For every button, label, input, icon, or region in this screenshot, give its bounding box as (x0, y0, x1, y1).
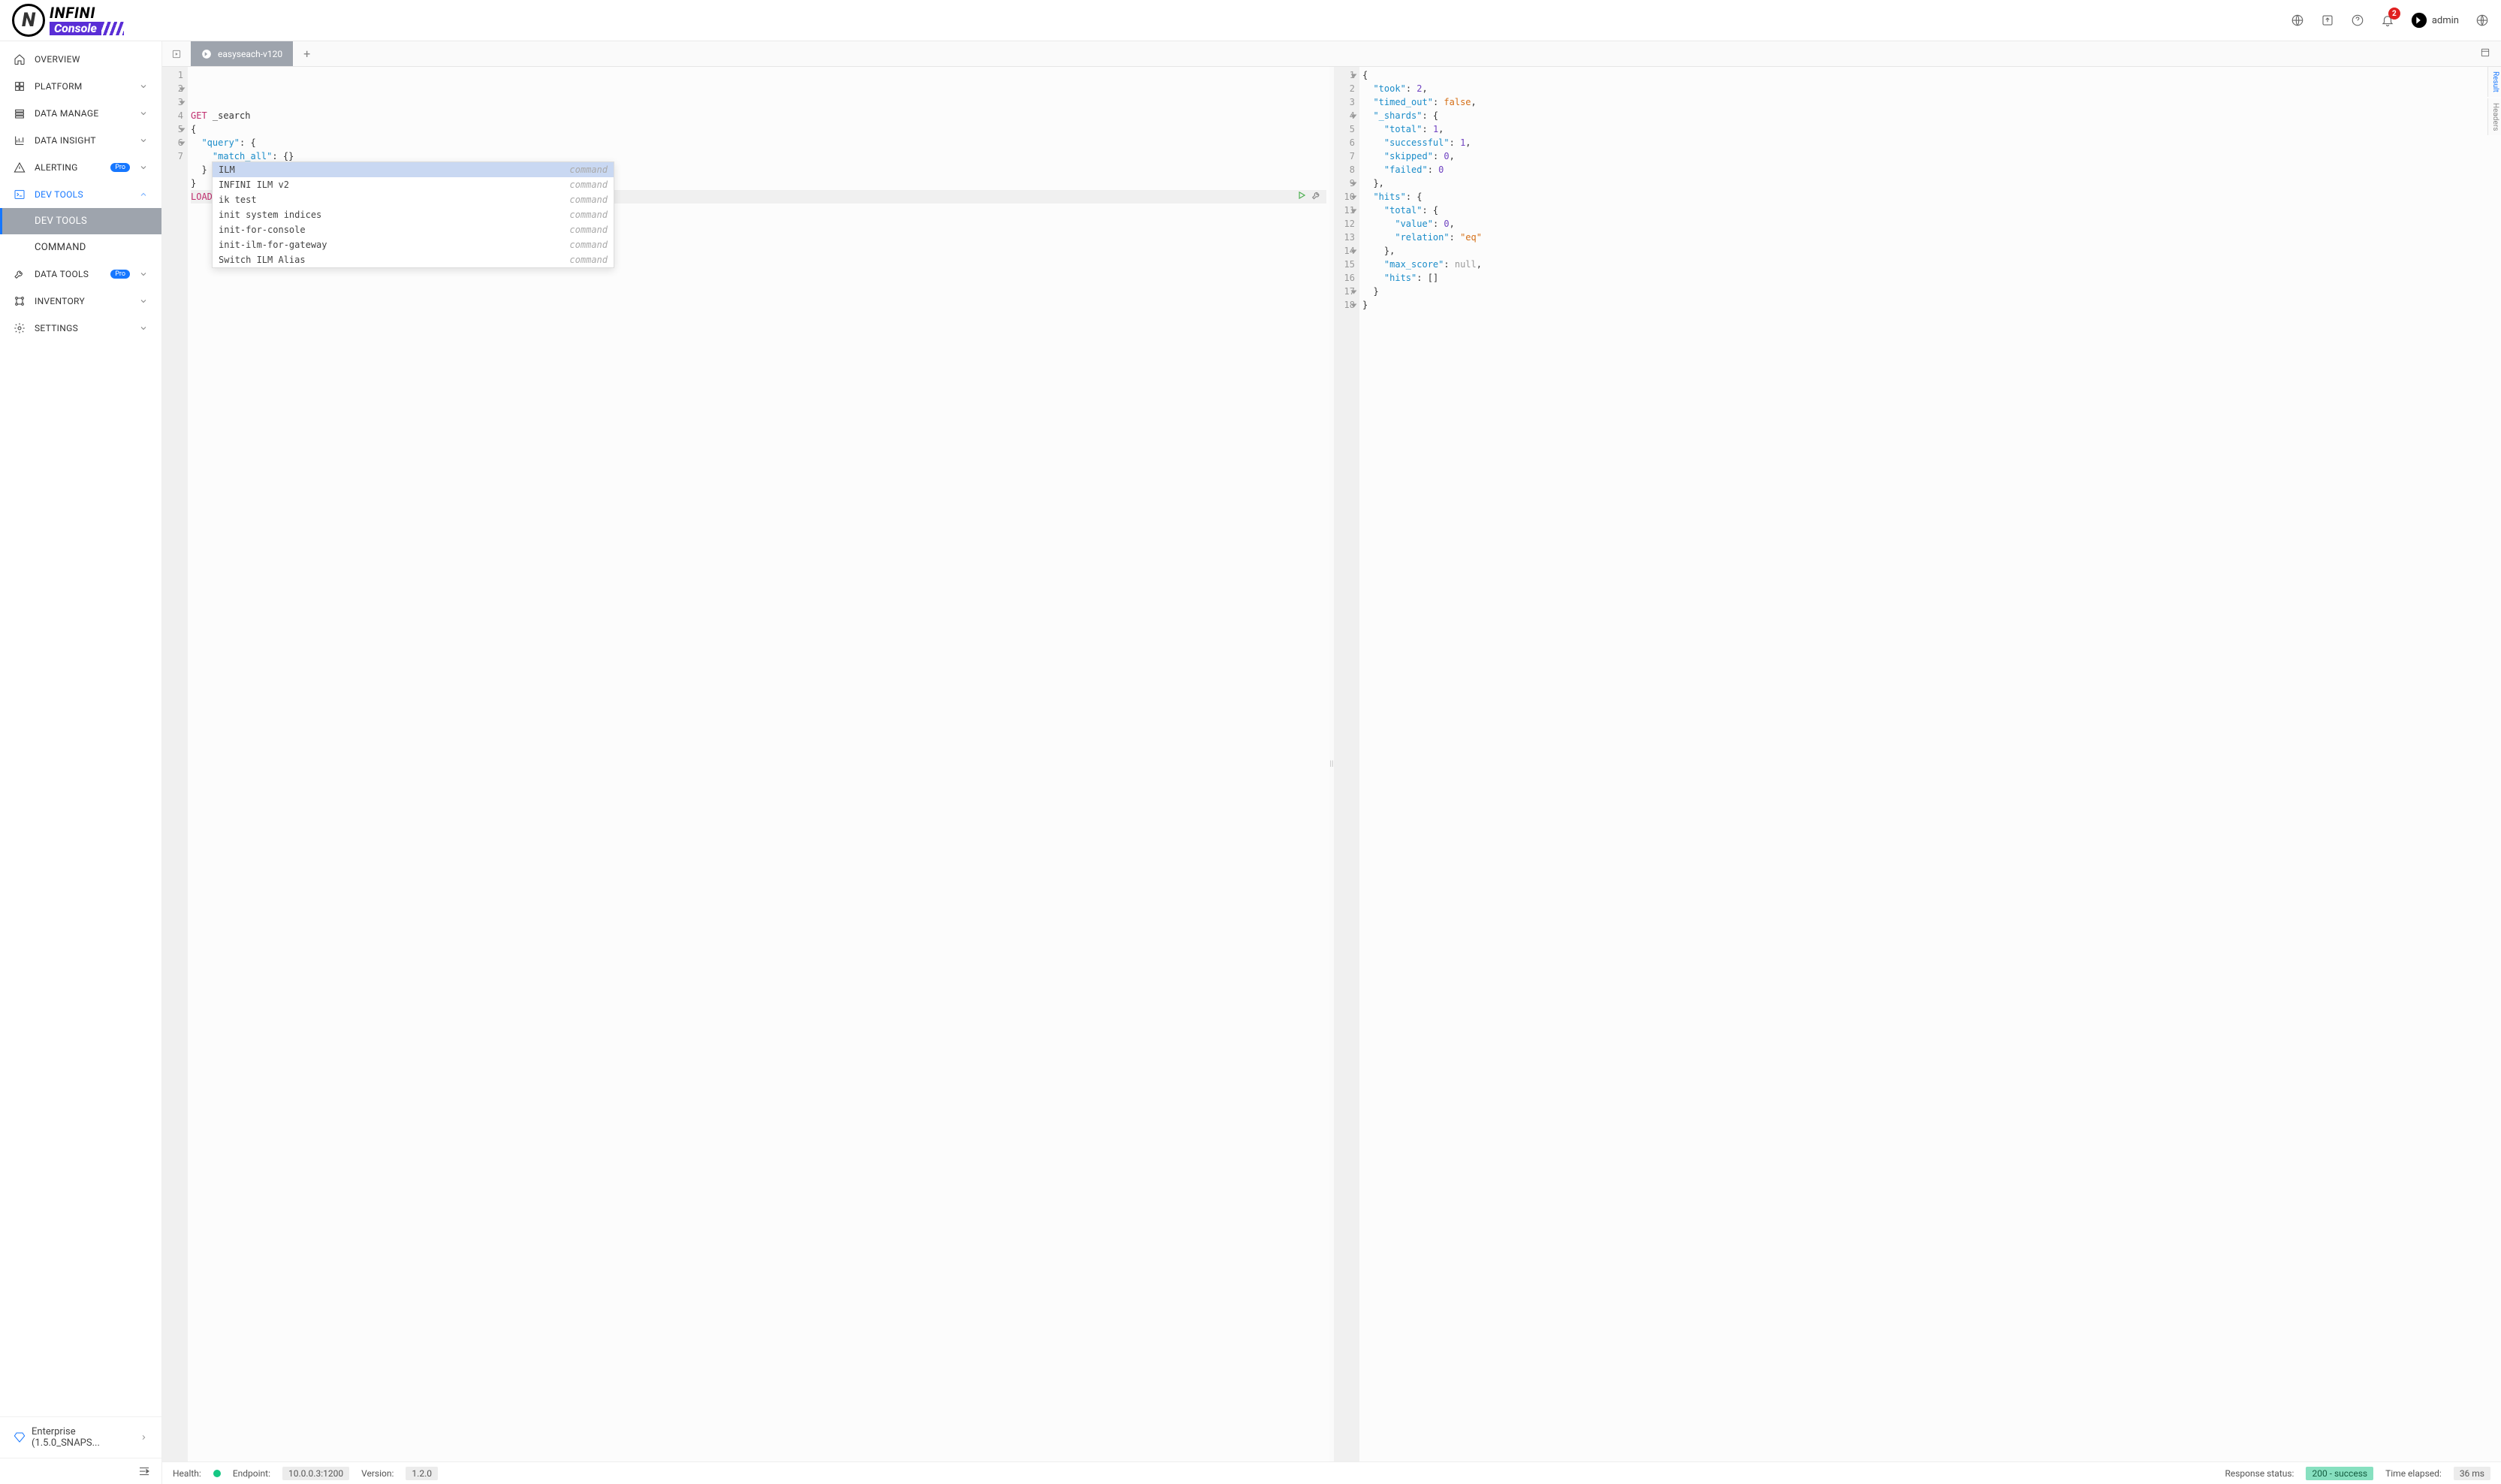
sidebar-item-data-insight[interactable]: DATA INSIGHT (0, 127, 161, 154)
chevron-down-icon (139, 82, 148, 91)
app-header: N INFINI Console 2 admin (0, 0, 2501, 41)
response-side-tabs: Result Headers (2487, 67, 2501, 135)
side-tab-headers[interactable]: Headers (2487, 98, 2501, 135)
sidebar-item-dev-tools[interactable]: DEV TOOLS (0, 181, 161, 208)
endpoint-value[interactable]: 10.0.0.3:1200 (282, 1467, 349, 1480)
version-value: 1.2.0 (406, 1467, 438, 1480)
request-editor[interactable]: GET _search{ "query": { "match_all": {} … (188, 67, 1329, 1461)
autocomplete-item[interactable]: ik testcommand (213, 192, 614, 207)
request-line-gutter: 1234567 (162, 67, 188, 1461)
panel-layout-icon[interactable] (2469, 47, 2501, 61)
tools-icon (14, 268, 26, 280)
username-label: admin (2432, 15, 2459, 26)
inventory-icon (14, 295, 26, 307)
response-pane: 123456789101112131415161718 { "took": 2,… (1334, 67, 2501, 1461)
main-content: easyseach-v120 + 1234567 GET _search{ "q… (162, 41, 2501, 1484)
notification-bell-icon[interactable]: 2 (2381, 14, 2394, 27)
health-indicator-icon (213, 1470, 221, 1477)
chevron-down-icon (139, 324, 148, 333)
autocomplete-item[interactable]: init system indicescommand (213, 207, 614, 222)
brand-name: INFINI (50, 5, 101, 20)
autocomplete-popup[interactable]: ILMcommandINFINI ILM v2commandik testcom… (212, 161, 614, 268)
sidebar-item-overview[interactable]: OVERVIEW (0, 46, 161, 73)
chevron-right-icon (140, 1433, 148, 1442)
user-avatar-icon (2411, 12, 2427, 29)
diamond-icon (14, 1431, 26, 1443)
alert-icon (14, 161, 26, 173)
license-info[interactable]: Enterprise (1.5.0_SNAPS... (14, 1426, 148, 1449)
editor-tabbar: easyseach-v120 + (162, 41, 2501, 67)
header-actions: 2 admin (2291, 12, 2489, 29)
collapse-sidebar-icon[interactable] (137, 1464, 151, 1478)
platform-icon (14, 80, 26, 92)
brand-subtitle: Console (50, 22, 101, 35)
autocomplete-item[interactable]: Switch ILM Aliascommand (213, 252, 614, 267)
notification-badge: 2 (2388, 8, 2400, 20)
side-tab-result[interactable]: Result (2487, 67, 2501, 97)
response-status-label: Response status: (2225, 1468, 2294, 1479)
tab-label: easyseach-v120 (218, 49, 282, 59)
terminal-icon (14, 189, 26, 201)
autocomplete-item[interactable]: INFINI ILM v2command (213, 177, 614, 192)
editor-split: 1234567 GET _search{ "query": { "match_a… (162, 67, 2501, 1461)
home-icon (14, 53, 26, 65)
language-icon[interactable] (2475, 14, 2489, 27)
chevron-down-icon (139, 270, 148, 279)
autocomplete-item[interactable]: ILMcommand (213, 162, 614, 177)
infini-logo-icon: N (12, 4, 45, 37)
add-tab-button[interactable]: + (293, 47, 321, 61)
sidebar-item-platform[interactable]: PLATFORM (0, 73, 161, 100)
sidebar-item-data-tools[interactable]: DATA TOOLS Pro (0, 261, 161, 288)
gear-icon (14, 322, 26, 334)
sidebar-item-settings[interactable]: SETTINGS (0, 315, 161, 342)
version-label: Version: (361, 1468, 394, 1479)
data-manage-icon (14, 107, 26, 119)
status-bar: Health: Endpoint: 10.0.0.3:1200 Version:… (162, 1461, 2501, 1484)
sidebar-item-inventory[interactable]: INVENTORY (0, 288, 161, 315)
sidebar-item-alerting[interactable]: ALERTING Pro (0, 154, 161, 181)
chevron-down-icon (139, 297, 148, 306)
export-icon[interactable] (2321, 14, 2334, 27)
request-pane[interactable]: 1234567 GET _search{ "query": { "match_a… (162, 67, 1329, 1461)
run-request-icon[interactable] (1296, 190, 1307, 201)
sidebar: OVERVIEW PLATFORM DATA MANAGE DATA INSIG… (0, 41, 162, 1484)
response-status-value: 200 - success (2306, 1467, 2373, 1480)
splitter-handle-icon: || (1330, 760, 1334, 768)
response-viewer[interactable]: { "took": 2, "timed_out": false, "_shard… (1359, 67, 2501, 1461)
pro-badge: Pro (110, 163, 130, 172)
chevron-down-icon (139, 163, 148, 172)
chevron-up-icon (139, 190, 148, 199)
tab-cluster[interactable]: easyseach-v120 (191, 41, 293, 66)
sidebar-subitem-command[interactable]: COMMAND (0, 234, 161, 261)
sidebar-item-data-manage[interactable]: DATA MANAGE (0, 100, 161, 127)
autocomplete-item[interactable]: init-for-consolecommand (213, 222, 614, 237)
wrench-icon[interactable] (1311, 190, 1322, 201)
help-icon[interactable] (2351, 14, 2364, 27)
globe-icon[interactable] (2291, 14, 2304, 27)
chart-icon (14, 134, 26, 146)
run-all-icon[interactable] (162, 41, 191, 66)
time-elapsed-value: 36 ms (2454, 1467, 2490, 1480)
sidebar-subitem-dev-tools[interactable]: DEV TOOLS (0, 208, 161, 234)
user-menu[interactable]: admin (2411, 12, 2459, 29)
cluster-tab-icon (201, 49, 212, 59)
brand-logo[interactable]: N INFINI Console (12, 4, 162, 37)
pro-badge: Pro (110, 270, 130, 279)
health-label: Health: (173, 1468, 201, 1479)
autocomplete-item[interactable]: init-ilm-for-gatewaycommand (213, 237, 614, 252)
license-text: Enterprise (1.5.0_SNAPS... (32, 1426, 134, 1449)
time-elapsed-label: Time elapsed: (2385, 1468, 2442, 1479)
chevron-down-icon (139, 109, 148, 118)
endpoint-label: Endpoint: (233, 1468, 270, 1479)
chevron-down-icon (139, 136, 148, 145)
response-line-gutter: 123456789101112131415161718 (1334, 67, 1359, 1461)
